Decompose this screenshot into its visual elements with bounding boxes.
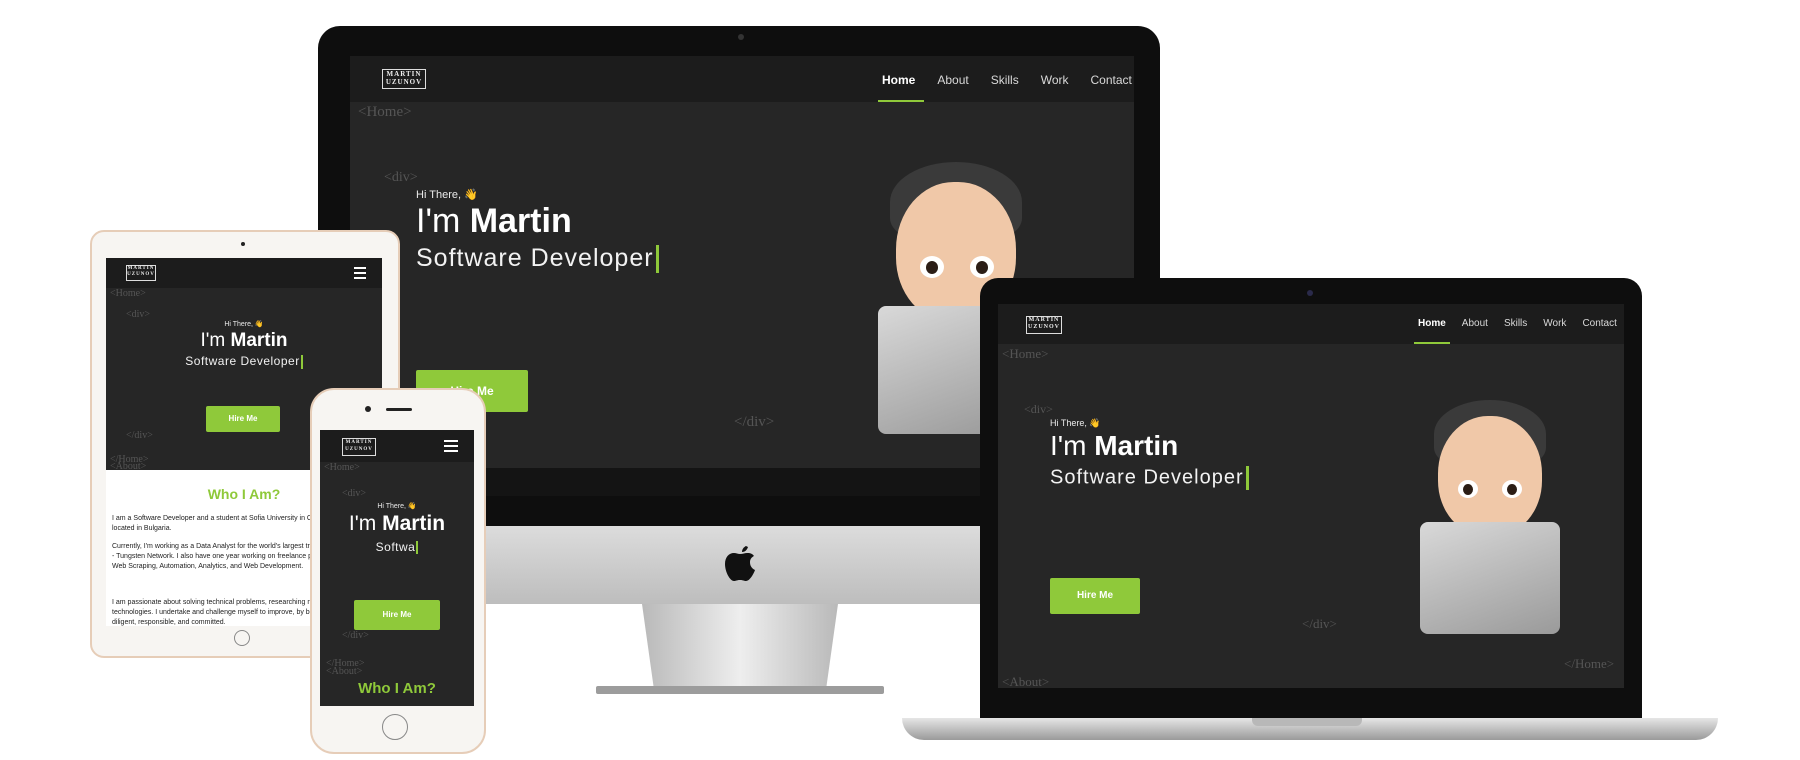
role-label: Software Developer — [416, 244, 654, 272]
iphone-code-home-open: <Home> — [324, 462, 360, 473]
macbook-site-logo[interactable]: MARTIN UZUNOV — [1026, 316, 1062, 334]
macbook-nav-active-underline — [1414, 342, 1450, 344]
macbook-nav-about[interactable]: About — [1462, 318, 1488, 329]
nav-about[interactable]: About — [937, 73, 968, 87]
apple-logo-icon — [722, 542, 758, 582]
ipad-role-label: Software Developer — [185, 354, 300, 368]
imac-stand — [642, 604, 838, 688]
macbook-greeting-text: Hi There, 👋 — [1050, 418, 1101, 428]
typing-caret — [655, 245, 659, 274]
ipad-hire-me-button[interactable]: Hire Me — [206, 406, 280, 432]
intro-prefix: I'm — [416, 202, 470, 240]
ipad-intro-prefix: I'm — [200, 330, 231, 351]
nav-active-underline — [878, 100, 924, 102]
iphone-who-heading: Who I Am? — [358, 680, 436, 697]
macbook-nav-work[interactable]: Work — [1543, 318, 1566, 329]
iphone-intro-prefix: I'm — [348, 512, 383, 535]
greeting-text: Hi There, 👋 — [416, 189, 478, 201]
nav-contact[interactable]: Contact — [1091, 73, 1132, 87]
code-div-close: </div> — [734, 414, 775, 430]
ipad-site-logo[interactable]: MARTIN UZUNOV — [126, 265, 156, 281]
ipad-code-home-open: <Home> — [110, 288, 146, 299]
imac-stand-base — [596, 686, 884, 694]
macbook-code-div-close: </div> — [1302, 616, 1337, 631]
macbook-screen: MARTIN UZUNOV Home About Skills Work Con… — [998, 304, 1624, 688]
ipad-role-text: Software Developer — [106, 354, 382, 369]
macbook-nav-links: Home About Skills Work Contact — [1418, 318, 1617, 329]
iphone-site-logo[interactable]: MARTIN UZUNOV — [342, 438, 376, 456]
ipad-camera-icon — [241, 242, 245, 246]
iphone-speaker — [386, 408, 412, 411]
iphone-code-div-open: <div> — [342, 488, 367, 499]
macbook-code-home-close: </Home> — [1564, 656, 1615, 671]
intro-name: Martin — [469, 202, 572, 240]
macbook-nav-skills[interactable]: Skills — [1504, 318, 1527, 329]
macbook-avatar-laptop — [1420, 522, 1560, 634]
macbook-code-home-open: <Home> — [1002, 346, 1049, 361]
ipad-home-button-icon — [234, 630, 250, 646]
nav-work[interactable]: Work — [1041, 73, 1069, 87]
nav-home[interactable]: Home — [882, 73, 915, 87]
iphone-intro-name: Martin — [382, 512, 446, 535]
ipad-typing-caret — [300, 354, 303, 369]
macbook-intro-heading: I'm Martin — [1050, 430, 1178, 462]
macbook-avatar-eye-right — [1502, 480, 1522, 498]
avatar-pupil-left — [926, 261, 938, 274]
avatar-pupil-right — [976, 261, 988, 274]
intro-heading: I'm Martin — [416, 202, 572, 241]
macbook-nav-home[interactable]: Home — [1418, 318, 1446, 329]
site-logo[interactable]: MARTIN UZUNOV — [382, 69, 426, 89]
iphone-role-label: Softwa — [375, 540, 416, 554]
macbook-avatar-pupil-right — [1507, 484, 1517, 495]
iphone-hamburger-menu-icon[interactable] — [444, 440, 458, 455]
macbook-role-text: Software Developer — [1050, 466, 1249, 490]
ipad-code-div-close: </div> — [126, 430, 153, 441]
macbook-code-about-open: <About> — [1002, 674, 1050, 688]
avatar-eye-left — [920, 256, 944, 278]
nav-links: Home About Skills Work Contact — [882, 73, 1132, 87]
hamburger-menu-icon[interactable] — [354, 267, 366, 282]
iphone-home-button-icon — [382, 714, 408, 740]
macbook-avatar-eye-left — [1458, 480, 1478, 498]
macbook-camera-icon — [1307, 290, 1313, 296]
ipad-intro-heading: I'm Martin — [106, 330, 382, 352]
macbook-notch — [1252, 718, 1362, 726]
nav-skills[interactable]: Skills — [991, 73, 1019, 87]
ipad-code-div-open: <div> — [126, 309, 151, 320]
macbook-avatar-head — [1438, 416, 1542, 536]
iphone-hire-me-button[interactable]: Hire Me — [354, 600, 440, 630]
macbook-typing-caret — [1245, 466, 1249, 490]
ipad-intro-name: Martin — [230, 330, 288, 351]
iphone-code-about-open: <About> — [326, 666, 363, 677]
role-text: Software Developer — [416, 244, 659, 274]
imac-camera-icon — [738, 34, 744, 40]
iphone-navbar: MARTIN UZUNOV — [320, 430, 474, 462]
ipad-navbar: MARTIN UZUNOV — [106, 258, 382, 288]
macbook-navbar: MARTIN UZUNOV Home About Skills Work Con… — [998, 304, 1624, 344]
macbook-code-div-open: <div> — [1024, 402, 1053, 416]
iphone-role-text: Softwa — [320, 540, 474, 555]
macbook-role-label: Software Developer — [1050, 466, 1244, 489]
code-home-open: <Home> — [358, 104, 412, 120]
avatar-eye-right — [970, 256, 994, 278]
macbook-intro-name: Martin — [1094, 430, 1179, 461]
iphone-typing-caret — [416, 541, 419, 555]
iphone-greeting-text: Hi There, 👋 — [377, 503, 417, 510]
code-div-open: <div> — [384, 170, 418, 185]
macbook-intro-prefix: I'm — [1050, 430, 1095, 461]
iphone-code-div-close: </div> — [342, 630, 369, 641]
ipad-greeting-text: Hi There, 👋 — [224, 321, 264, 328]
macbook-nav-contact[interactable]: Contact — [1582, 318, 1616, 329]
iphone-screen: MARTIN UZUNOV <Home> <div> Hi There, 👋 I… — [320, 430, 474, 706]
macbook-hire-me-button[interactable]: Hire Me — [1050, 578, 1140, 614]
iphone-camera-icon — [365, 406, 371, 412]
macbook-avatar-pupil-left — [1463, 484, 1473, 495]
navbar: MARTIN UZUNOV Home About Skills Work Con… — [350, 56, 1134, 102]
iphone-intro-heading: I'm Martin — [320, 512, 474, 536]
